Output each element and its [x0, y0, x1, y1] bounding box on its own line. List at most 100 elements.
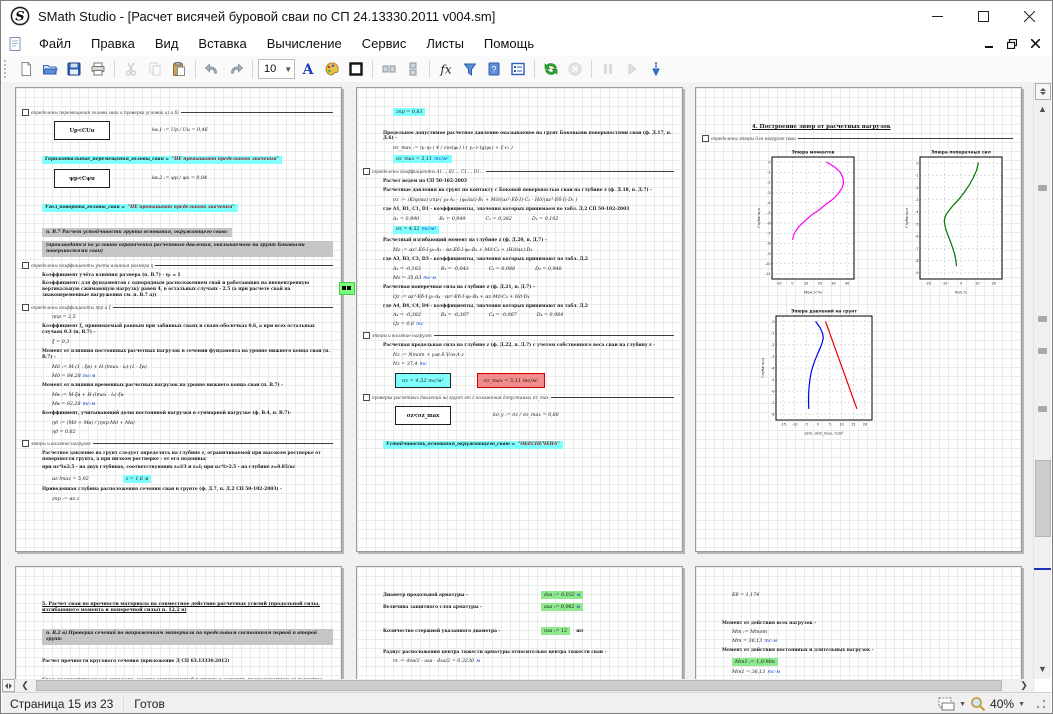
text-region[interactable]: Коэффициент, учитывающий долю постоянной…: [42, 411, 333, 417]
math-region[interactable]: Mт = 36,13тс·м: [732, 639, 1013, 644]
resize-grip[interactable]: [1035, 698, 1047, 710]
math-region[interactable]: Qz = 0,6тс: [393, 322, 674, 327]
highlighted-result[interactable]: Mт1 := 1,0·Mт: [732, 658, 778, 666]
text-region[interactable]: Расчетные давления на грунт по контакту …: [383, 188, 674, 194]
condition-box[interactable]: σz<σz_max: [395, 406, 451, 425]
text-region[interactable]: Расчетный изгибающий момент на глубине z…: [383, 238, 674, 244]
page-5[interactable]: Диаметр продольной арматуры -dsa := 0,03…: [356, 566, 683, 679]
coefficient-row[interactable]: A₄ = -0,382B₄ = -0,307C₄ = -0,067D₄ = 0,…: [393, 313, 674, 318]
recalculate-icon[interactable]: [540, 58, 562, 80]
math-region[interactable]: Qz := αε³·Eб·I·y₀·A₄ - αε²·Eб·I·ψ₀·B₄ + …: [393, 295, 674, 300]
math-region[interactable]: ξ = 0,3: [52, 340, 333, 345]
scroll-up-arrow[interactable]: ▲: [1034, 100, 1051, 117]
math-region[interactable]: zпр := αε·z: [52, 497, 333, 502]
print-icon[interactable]: [87, 58, 109, 80]
document-viewport[interactable]: определены перемещения головы сваи и про…: [2, 82, 1035, 679]
labeled-value[interactable]: Величина защитного слоя арматуры -asa :=…: [383, 603, 674, 611]
text-region[interactable]: Момент от действия постоянных и длительн…: [722, 648, 1013, 654]
align-horizontal-icon[interactable]: [378, 58, 400, 80]
collapse-toggle-icon[interactable]: [22, 109, 29, 116]
math-region[interactable]: σz := (Kпр/αε)·zпр·( y₀·A₁ - (ψ₀/αε)·B₁ …: [393, 198, 674, 203]
debug-step-icon[interactable]: [645, 58, 667, 80]
menu-view[interactable]: Вид: [145, 33, 189, 54]
section-divider[interactable]: проверка расчетных давлений на грунт от …: [363, 394, 674, 401]
section-divider[interactable]: определены коэффициенты A1..., B1..., C1…: [363, 168, 674, 175]
result-box-red[interactable]: σz_max = 5,11 тс/м²: [477, 373, 546, 388]
math-region[interactable]: zпр = 0,83: [393, 108, 674, 116]
vertical-scrollbar[interactable]: ▲ ▼: [1033, 82, 1051, 679]
text-region[interactable]: Предельное допустимое расчетное давление…: [383, 131, 674, 143]
condition-formula[interactable]: kσ,γ := σz / σz_max = 0,88: [493, 413, 559, 418]
snippets-icon[interactable]: [507, 58, 529, 80]
text-region[interactable]: Момент от влияния временных расчетных на…: [42, 383, 333, 389]
border-icon[interactable]: [345, 58, 367, 80]
labeled-value[interactable]: Количество стержней указанного диаметра …: [383, 627, 674, 635]
section-divider[interactable]: определены коэффициенты учета влияния ра…: [22, 262, 333, 269]
open-icon[interactable]: [39, 58, 61, 80]
text-region[interactable]: Коэффициент ξ, принимаемый равным при за…: [42, 324, 333, 336]
result-boxes[interactable]: σz = 4,52 тс/м²σz_max = 5,11 тс/м²: [395, 373, 674, 388]
section-divider[interactable]: эпюры и влияние нагрузок: [22, 440, 333, 447]
page-2[interactable]: zпр = 0,83 Предельное допустимое расчетно…: [356, 87, 683, 552]
math-region[interactable]: rs := dсв/2 - asa - dsa/2 = 0,3230м: [393, 659, 674, 664]
condition-row[interactable]: Up<CUu kв,1 := Up / Uu = 0,46: [54, 121, 333, 140]
page-6[interactable]: Kб = 1,174Момент от действия всех нагруз…: [695, 566, 1022, 679]
note-block[interactable]: (производится по условию ограничения рас…: [42, 241, 333, 257]
math-region[interactable]: Mт := Mтот: [732, 630, 1013, 635]
math-region[interactable]: σz = 4,52тс/м²: [393, 226, 674, 234]
pressure-chart[interactable]: Эпюра давлений на грунт-15-10-5051015200…: [760, 307, 1013, 440]
child-close-icon[interactable]: [1031, 39, 1040, 48]
text-region[interactable]: Приведенная глубина расположения сечения…: [42, 487, 333, 493]
zoom-magnifier-icon[interactable]: [970, 696, 986, 712]
scroll-left-arrow[interactable]: ❮: [17, 679, 33, 692]
condition-formula[interactable]: kв,1 := Up / Uu = 0,46: [152, 128, 208, 133]
zoom-level[interactable]: 40%: [990, 697, 1014, 711]
math-region[interactable]: ηд := (Mд + Mв) / (ηпр·Mд + Mв): [52, 421, 333, 426]
highlighted-result[interactable]: σz_max = 5,11тс/м²: [393, 155, 452, 163]
note-block[interactable]: п. В.7 Расчет устойчивости грунта основа…: [42, 228, 232, 238]
text-region[interactable]: Расчет ведем по СП 50-102-2003: [383, 179, 674, 185]
pause-icon[interactable]: [597, 58, 619, 80]
menu-insert[interactable]: Вставка: [188, 33, 256, 54]
menu-edit[interactable]: Правка: [81, 33, 145, 54]
math-region[interactable]: Nz := Nтот + γж.б·Vсв·A·z: [393, 353, 674, 358]
highlighted-input[interactable]: asa := 0,062 м: [541, 603, 583, 611]
highlighted-input[interactable]: dsa := 0,032 м: [541, 591, 583, 599]
condition-box[interactable]: Up<CUu: [54, 121, 110, 140]
collapse-toggle-icon[interactable]: [363, 168, 370, 175]
collapse-toggle-icon[interactable]: [22, 262, 29, 269]
section-divider[interactable]: определены коэффициенты ηпр и ξ: [22, 304, 333, 311]
condition-formula[interactable]: kв,2 := ψp / ψu = 0,04: [152, 176, 207, 181]
labeled-value[interactable]: Диаметр продольной арматуры -dsa := 0,03…: [383, 591, 674, 599]
function-icon[interactable]: fx: [435, 58, 457, 80]
zoom-dropdown[interactable]: ▼: [1018, 701, 1025, 708]
page-layout-dropdown[interactable]: ▼: [959, 701, 966, 708]
math-region[interactable]: Mт1 = 36,13тс·м: [732, 670, 1013, 675]
page-3[interactable]: 4. Построение эпюр от расчетных нагрузок…: [695, 87, 1022, 552]
coefficient-row[interactable]: A₃ = -0,183B₃ = -0,043C₃ = 0,988D₃ = 0,9…: [393, 267, 674, 272]
highlighted-input[interactable]: nsa := 12: [541, 627, 570, 635]
plot-Эпюра поперечных сил[interactable]: Эпюра поперечных сил-20-10010200-1-2-3-4…: [904, 148, 1008, 295]
page-layout-icon[interactable]: [938, 697, 955, 711]
plot-Эпюра давлений на грунт[interactable]: Эпюра давлений на грунт-15-10-5051015200…: [760, 307, 878, 436]
verdict-line[interactable]: Горизонтальные_перемещения_головы_сваи =…: [42, 145, 333, 164]
scroll-down-arrow[interactable]: ▼: [1034, 660, 1051, 677]
math-region[interactable]: Mд := M·(1 - ξв) + H·(lmax - l₀)·(1 - ξв…: [52, 365, 333, 370]
undo-icon[interactable]: [201, 58, 223, 80]
maximize-button[interactable]: [960, 1, 1006, 31]
math-region[interactable]: Mz := αε²·Eб·I·y₀·A₃ - αε·Eб·I·ψ₀·B₃ + M…: [393, 248, 674, 253]
minimize-button[interactable]: [914, 1, 960, 31]
text-region[interactable]: Коэффициент: для фундаментов с однорядны…: [42, 281, 333, 299]
close-button[interactable]: [1006, 1, 1052, 31]
collapse-toggle-icon[interactable]: [22, 304, 29, 311]
section-divider[interactable]: эпюры и влияние нагрузок: [363, 332, 674, 339]
font-color-icon[interactable]: A: [297, 58, 319, 80]
collapse-toggle-icon[interactable]: [363, 394, 370, 401]
math-region[interactable]: σz_max = 5,11тс/м²: [393, 155, 674, 163]
menu-file[interactable]: Файл: [29, 33, 81, 54]
math-region[interactable]: ηд = 0,62: [52, 430, 333, 435]
condition-row[interactable]: ψp<Cψukв,2 := ψp / ψu = 0,04: [54, 169, 333, 188]
text-region[interactable]: Радиус расположения центра тяжести армат…: [383, 650, 674, 656]
scroll-right-arrow[interactable]: ❯: [1016, 679, 1032, 692]
section-divider[interactable]: определены перемещения головы сваи и про…: [22, 109, 333, 116]
